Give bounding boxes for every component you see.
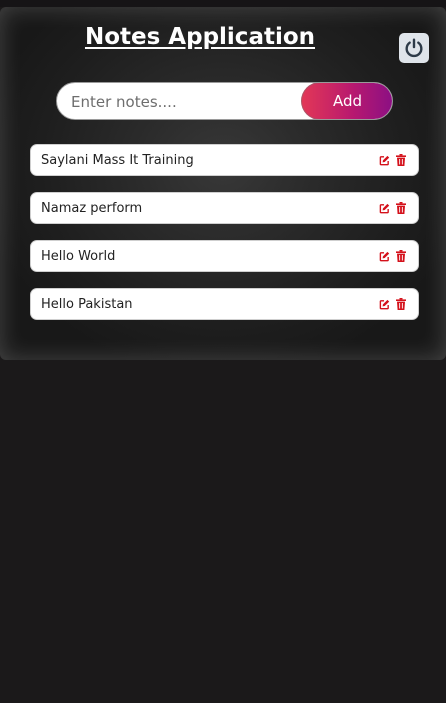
note-text: Saylani Mass It Training [41,153,194,168]
note-item: Saylani Mass It Training [30,144,419,176]
notes-list: Saylani Mass It Training Namaz perform H… [30,144,419,336]
logout-button[interactable] [399,33,429,63]
page-title: Notes Application [84,24,316,50]
window-top-strip [0,0,446,7]
trash-icon[interactable] [395,298,406,310]
note-item: Namaz perform [30,192,419,224]
note-text: Namaz perform [41,201,143,216]
note-actions [379,298,406,310]
trash-icon[interactable] [395,250,406,262]
note-actions [379,202,406,214]
edit-icon[interactable] [379,202,390,214]
note-text: Hello Pakistan [41,297,133,312]
notes-panel: Notes Application Add Saylani Mass It Tr… [0,7,446,360]
edit-icon[interactable] [379,250,390,262]
note-input[interactable] [69,83,303,119]
note-text: Hello World [41,249,116,264]
power-icon [405,38,423,58]
note-actions [379,154,406,166]
edit-icon[interactable] [379,154,390,166]
trash-icon[interactable] [395,202,406,214]
note-composer: Add [56,82,393,120]
note-actions [379,250,406,262]
note-item: Hello World [30,240,419,272]
note-item: Hello Pakistan [30,288,419,320]
add-button[interactable]: Add [301,83,392,119]
trash-icon[interactable] [395,154,406,166]
edit-icon[interactable] [379,298,390,310]
